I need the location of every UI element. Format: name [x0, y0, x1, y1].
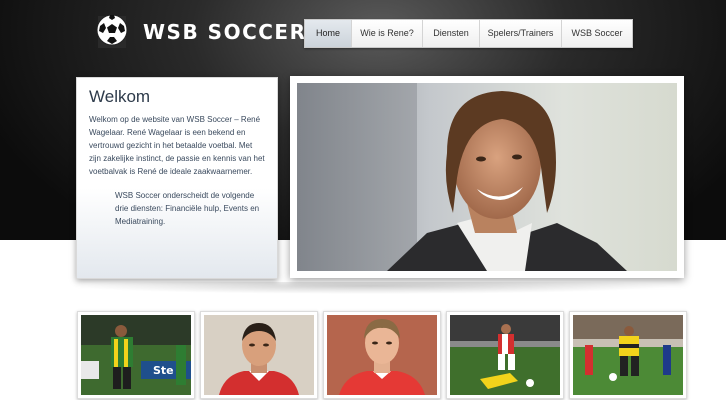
- hero-portrait-image: [297, 83, 677, 271]
- svg-text:Ste: Ste: [153, 364, 174, 377]
- thumbnail-1-image: Ste: [81, 315, 191, 395]
- nav-item-wsb-soccer[interactable]: WSB Soccer: [561, 20, 632, 47]
- nav-item-diensten[interactable]: Diensten: [422, 20, 479, 47]
- welcome-title: Welkom: [89, 87, 151, 106]
- soccer-ball-icon: [96, 14, 128, 48]
- thumbnail-5[interactable]: [569, 311, 687, 399]
- thumbnail-2-image: [204, 315, 314, 395]
- welcome-intro-text: Welkom op de website van WSB Soccer – Re…: [89, 115, 265, 176]
- thumbnail-3[interactable]: [323, 311, 441, 399]
- thumbnail-4[interactable]: [446, 311, 564, 399]
- thumbnail-1[interactable]: Ste: [77, 311, 195, 399]
- welcome-panel: Welkom Welkom op de website van WSB Socc…: [76, 77, 278, 279]
- welcome-services-text: WSB Soccer onderscheidt de volgende drie…: [115, 191, 260, 226]
- site-logo[interactable]: WSB SOCCER: [96, 12, 307, 52]
- nav-item-home[interactable]: Home: [305, 20, 351, 47]
- site-title: WSB SOCCER: [143, 20, 307, 44]
- thumbnail-4-image: [450, 315, 560, 395]
- hero-image-frame: [290, 76, 684, 278]
- hero-photo: [297, 83, 677, 271]
- nav-item-spelers-trainers[interactable]: Spelers/Trainers: [479, 20, 561, 47]
- nav-item-wie-is-rene[interactable]: Wie is Rene?: [351, 20, 422, 47]
- main-navigation: Home Wie is Rene? Diensten Spelers/Train…: [304, 19, 633, 48]
- thumbnail-5-image: [573, 315, 683, 395]
- thumbnail-gallery: Ste: [77, 311, 692, 399]
- thumbnail-3-image: [327, 315, 437, 395]
- thumbnail-2[interactable]: [200, 311, 318, 399]
- content-divider-shadow: [70, 282, 670, 302]
